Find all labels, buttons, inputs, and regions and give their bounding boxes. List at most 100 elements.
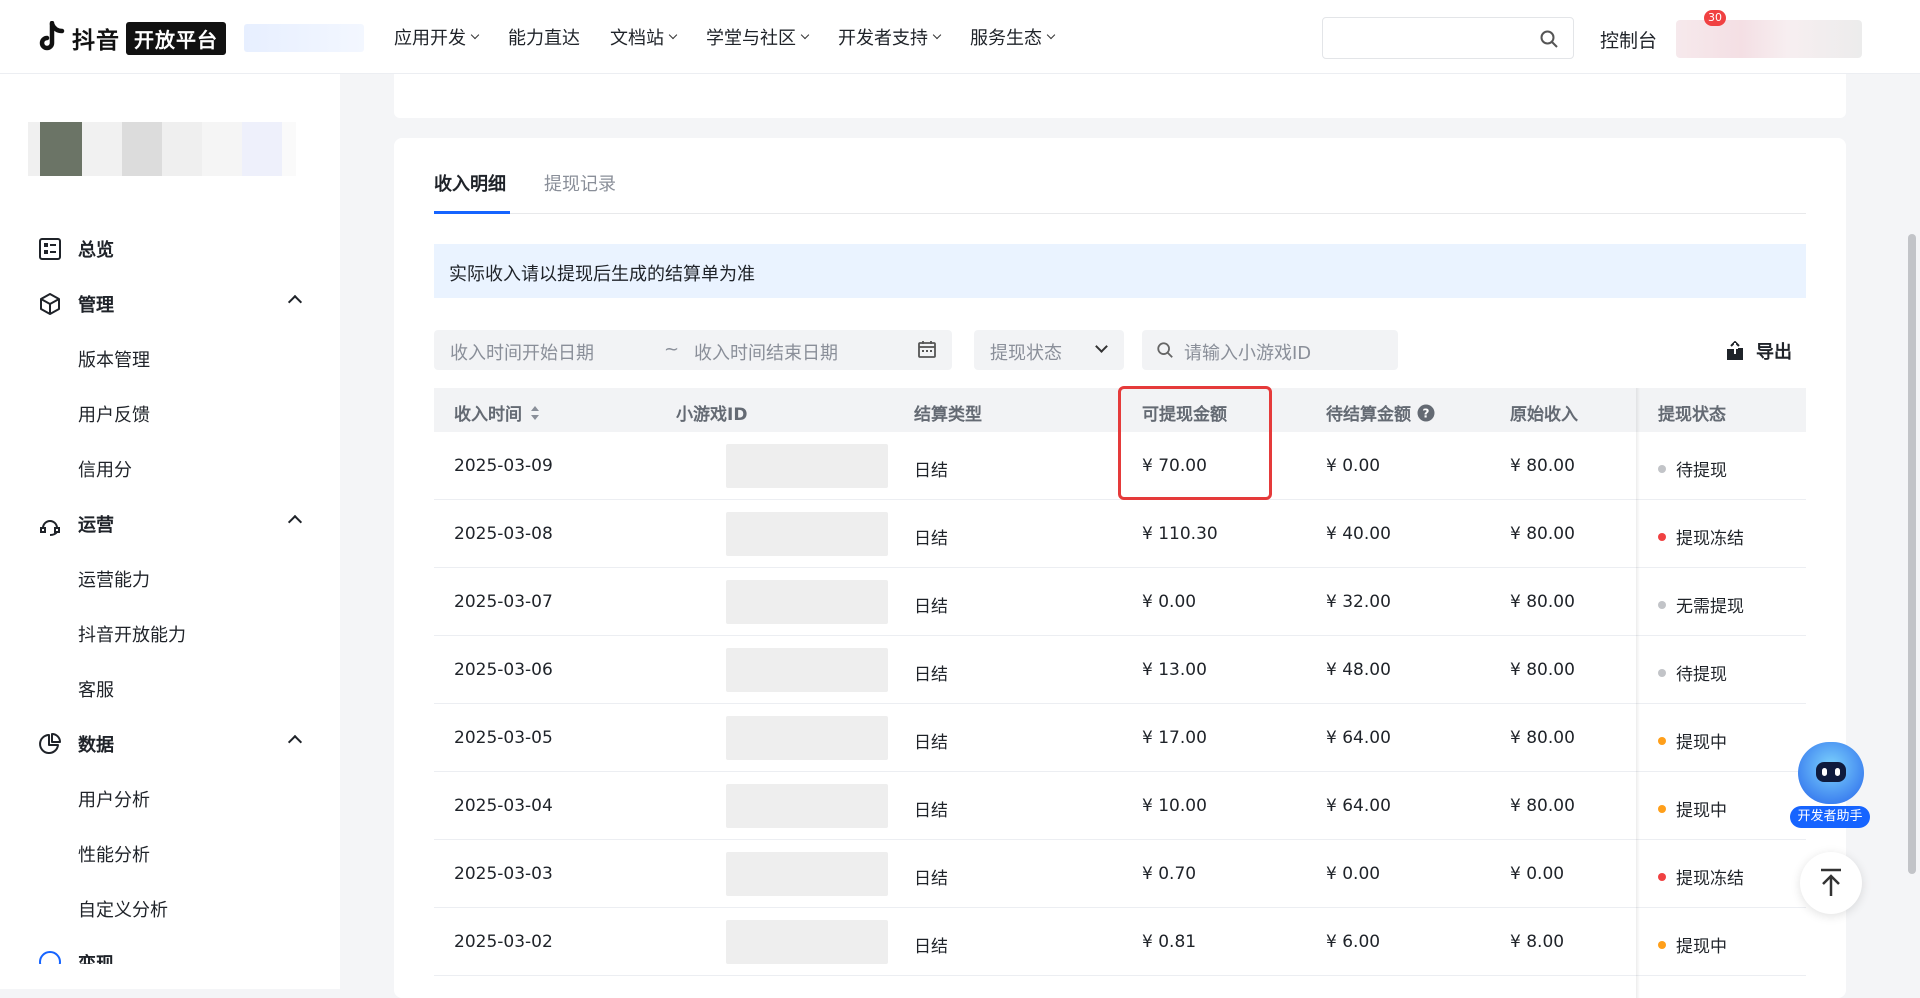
chevron-down-icon bbox=[668, 30, 678, 40]
end-date-input[interactable]: 收入时间结束日期 bbox=[694, 339, 838, 365]
column-header-income-time[interactable]: 收入时间 bbox=[454, 400, 540, 425]
sidebar-item-douyin-open-capabilities[interactable]: 抖音开放能力 bbox=[78, 621, 186, 647]
sidebar-group-monetization[interactable]: 变现 bbox=[38, 950, 302, 964]
tab-withdrawal-records[interactable]: 提现记录 bbox=[544, 170, 616, 214]
sidebar-item-credit-score[interactable]: 信用分 bbox=[78, 456, 132, 482]
back-to-top-button[interactable] bbox=[1800, 852, 1862, 914]
sidebar-item-custom-analysis[interactable]: 自定义分析 bbox=[78, 896, 168, 922]
robot-eye bbox=[1822, 768, 1827, 776]
notification-badge[interactable]: 30 bbox=[1704, 10, 1726, 26]
calendar-icon[interactable] bbox=[918, 340, 936, 358]
cell-income-time: 2025-03-04 bbox=[454, 796, 553, 816]
cell-game-id-redacted bbox=[726, 648, 888, 692]
console-link[interactable]: 控制台 bbox=[1600, 26, 1657, 53]
cell-pending-amount: ¥ 6.00 bbox=[1326, 932, 1381, 952]
sidebar-item-user-analysis[interactable]: 用户分析 bbox=[78, 786, 150, 812]
cell-withdrawal-status: 待提现 bbox=[1658, 456, 1727, 481]
cell-withdrawal-status: 提现冻结 bbox=[1658, 524, 1744, 549]
status-label: 提现冻结 bbox=[1676, 529, 1744, 549]
nav-academy-community[interactable]: 学堂与社区 bbox=[706, 24, 810, 50]
tab-income-details[interactable]: 收入明细 bbox=[434, 170, 510, 214]
scrollbar-thumb[interactable] bbox=[1908, 234, 1916, 874]
blurred-account-switcher[interactable] bbox=[28, 122, 296, 176]
status-label: 提现中 bbox=[1676, 937, 1727, 957]
cell-withdrawal-status: 提现冻结 bbox=[1658, 864, 1744, 889]
income-card: 收入明细 提现记录 实际收入请以提现后生成的结算单为准 收入时间开始日期 ~ 收… bbox=[394, 138, 1846, 998]
summary-card-bottom bbox=[394, 74, 1846, 118]
douyin-open-platform-logo[interactable]: 抖音 开放平台 bbox=[38, 20, 226, 56]
chevron-down-icon bbox=[800, 30, 810, 40]
nav-app-development[interactable]: 应用开发 bbox=[394, 24, 480, 50]
cell-pending-amount: ¥ 64.00 bbox=[1326, 728, 1391, 748]
sidebar-item-version-management[interactable]: 版本管理 bbox=[78, 346, 150, 372]
nav-docs[interactable]: 文档站 bbox=[610, 24, 678, 50]
nav-label: 文档站 bbox=[610, 28, 664, 49]
table-row: 2025-03-08 日结 ¥ 110.30 ¥ 40.00 ¥ 80.00 提… bbox=[434, 500, 1806, 568]
export-button[interactable]: 导出 bbox=[1726, 338, 1792, 364]
sidebar-group-overview[interactable]: 总览 bbox=[38, 236, 302, 262]
column-header-original-income: 原始收入 bbox=[1510, 405, 1578, 425]
export-icon bbox=[1727, 341, 1743, 360]
global-search-input[interactable] bbox=[1322, 17, 1574, 59]
column-header-settlement-type: 结算类型 bbox=[914, 405, 982, 425]
withdrawal-status-select[interactable]: 提现状态 bbox=[974, 330, 1124, 370]
sidebar-item-performance-analysis[interactable]: 性能分析 bbox=[78, 841, 150, 867]
cell-income-time: 2025-03-09 bbox=[454, 456, 553, 476]
cell-original-income: ¥ 0.00 bbox=[1510, 864, 1565, 884]
column-header-game-id: 小游戏ID bbox=[676, 405, 748, 425]
developer-assistant-button[interactable]: 开发者助手 bbox=[1790, 742, 1870, 828]
status-label: 提现中 bbox=[1676, 733, 1727, 753]
sidebar-group-label: 总览 bbox=[78, 240, 114, 261]
cell-withdrawal-status: 无需提现 bbox=[1658, 592, 1744, 617]
cell-income-time: 2025-03-03 bbox=[454, 864, 553, 884]
date-range-picker[interactable]: 收入时间开始日期 ~ 收入时间结束日期 bbox=[434, 330, 952, 370]
svg-text:?: ? bbox=[1423, 406, 1430, 420]
brand-text: 抖音 bbox=[72, 28, 120, 54]
blurred-user-avatar[interactable] bbox=[1676, 20, 1862, 58]
cell-game-id-redacted bbox=[726, 852, 888, 896]
cell-settlement-type: 日结 bbox=[914, 461, 948, 481]
operations-icon bbox=[40, 520, 60, 536]
page-scrollbar[interactable] bbox=[1904, 74, 1920, 989]
cell-pending-amount: ¥ 0.00 bbox=[1326, 864, 1381, 884]
start-date-input[interactable]: 收入时间开始日期 bbox=[450, 339, 594, 365]
cell-game-id-redacted bbox=[726, 716, 888, 760]
sidebar-group-data[interactable]: 数据 bbox=[38, 731, 303, 757]
status-dot bbox=[1658, 532, 1666, 541]
cell-original-income: ¥ 80.00 bbox=[1510, 456, 1575, 476]
cell-income-time: 2025-03-05 bbox=[454, 728, 553, 748]
table-row: 2025-03-05 日结 ¥ 17.00 ¥ 64.00 ¥ 80.00 提现… bbox=[434, 704, 1806, 772]
nav-service-ecosystem[interactable]: 服务生态 bbox=[970, 24, 1056, 50]
help-icon[interactable]: ? bbox=[1417, 404, 1435, 422]
nav-developer-support[interactable]: 开发者支持 bbox=[838, 24, 942, 50]
sidebar-item-user-feedback[interactable]: 用户反馈 bbox=[78, 401, 150, 427]
nav-label: 服务生态 bbox=[970, 28, 1042, 49]
sidebar-group-management[interactable]: 管理 bbox=[38, 291, 303, 317]
sidebar-item-customer-service[interactable]: 客服 bbox=[78, 676, 114, 702]
chevron-up-icon bbox=[287, 734, 303, 750]
chevron-down-icon bbox=[1095, 340, 1108, 353]
sidebar-group-operations[interactable]: 运营 bbox=[38, 511, 303, 537]
robot-face bbox=[1816, 762, 1846, 782]
nav-capabilities[interactable]: 能力直达 bbox=[508, 24, 580, 50]
export-label: 导出 bbox=[1756, 342, 1792, 363]
sidebar-group-label: 管理 bbox=[78, 295, 114, 316]
sort-icon[interactable] bbox=[530, 405, 540, 421]
cell-withdrawable-amount: ¥ 0.70 bbox=[1142, 864, 1197, 884]
sidebar-item-operation-capabilities[interactable]: 运营能力 bbox=[78, 566, 150, 592]
cell-income-time: 2025-03-02 bbox=[454, 932, 553, 952]
cell-settlement-type: 日结 bbox=[914, 529, 948, 549]
status-label: 无需提现 bbox=[1676, 597, 1744, 617]
dashboard-icon bbox=[39, 238, 61, 260]
status-label: 提现冻结 bbox=[1676, 869, 1744, 889]
cell-game-id-redacted bbox=[726, 920, 888, 964]
chevron-up-icon bbox=[287, 514, 303, 530]
sidebar-group-label: 数据 bbox=[78, 735, 114, 756]
cell-withdrawable-amount: ¥ 0.81 bbox=[1142, 932, 1197, 952]
status-dot bbox=[1658, 736, 1666, 745]
game-id-placeholder: 请输入小游戏ID bbox=[1184, 343, 1312, 364]
game-id-search-input[interactable]: 请输入小游戏ID bbox=[1142, 330, 1398, 370]
table-row: 2025-03-04 日结 ¥ 10.00 ¥ 64.00 ¥ 80.00 提现… bbox=[434, 772, 1806, 840]
search-icon[interactable] bbox=[1539, 29, 1559, 49]
assistant-label: 开发者助手 bbox=[1790, 806, 1870, 828]
